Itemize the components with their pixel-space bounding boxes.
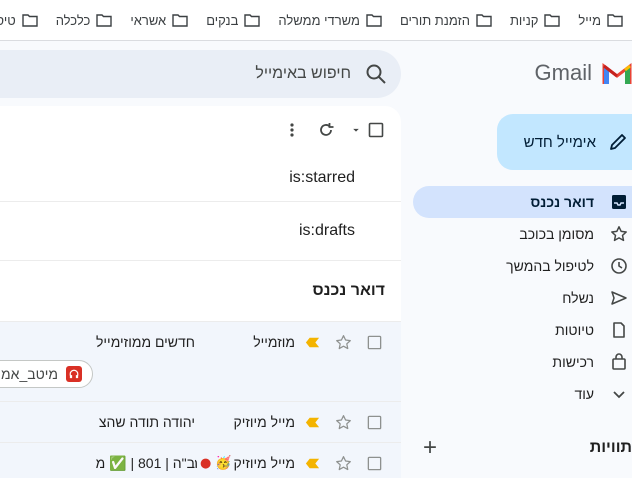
folder-icon (366, 14, 382, 27)
checkbox-icon (368, 122, 384, 138)
bookmark-flights[interactable]: טיסות (0, 13, 47, 28)
sidebar-item-sent[interactable]: נשלח (413, 282, 632, 314)
important-marker-icon[interactable] (304, 455, 321, 472)
email-subject: ב"ה | 801 | ✅ מ (95, 454, 195, 471)
gmail-logo[interactable]: Gmail (535, 60, 632, 86)
sidebar-item-snoozed[interactable]: לטיפול בהמשך (413, 250, 632, 282)
bookmark-shopping[interactable]: קניות (501, 13, 569, 28)
attachment-name: מיטב_אמ (1, 366, 58, 382)
email-row[interactable]: מוזמייל חדשים ממוזימייל מיטב_אמ (0, 321, 401, 401)
bookmark-credit[interactable]: אשראי (121, 13, 197, 28)
row-checkbox-icon[interactable] (366, 414, 383, 431)
important-marker-icon[interactable] (304, 414, 321, 431)
clock-icon (611, 258, 627, 274)
email-subject: חדשים ממוזימייל (96, 334, 195, 350)
folder-icon (96, 14, 113, 27)
select-menu-dropdown[interactable] (351, 121, 361, 139)
star-icon[interactable] (335, 455, 352, 472)
inbox-icon (612, 195, 626, 209)
main-panel: is:starred is:drafts דואר נכנס מוזמייל ח… (0, 106, 401, 478)
sidebar-item-more[interactable]: עוד (413, 378, 632, 410)
pencil-icon (610, 134, 626, 150)
email-sender: מייל מיוזיק 🥳 ● ח. (195, 455, 295, 471)
bookmark-government[interactable]: משרדי ממשלה (269, 13, 391, 28)
gmail-wordmark: Gmail (534, 60, 592, 85)
star-icon[interactable] (335, 414, 352, 431)
bookmark-mail[interactable]: מייל (569, 13, 632, 28)
saved-search-starred[interactable]: is:starred (0, 154, 401, 202)
chevron-down-icon (613, 391, 625, 399)
shopping-bag-icon (612, 353, 626, 370)
add-label-button[interactable]: + (423, 434, 437, 462)
bookmark-banks[interactable]: בנקים (197, 13, 269, 28)
email-sender: מייל מיוזיק (233, 414, 295, 430)
folder-icon (476, 14, 492, 27)
refresh-icon (320, 123, 334, 136)
email-sender: מוזמייל (253, 334, 295, 350)
inbox-section-title: דואר נכנס (312, 282, 385, 299)
sidebar-item-purchases[interactable]: רכישות (413, 346, 632, 378)
row-checkbox-icon[interactable] (366, 455, 383, 472)
headphones-icon (66, 366, 82, 382)
bookmark-economy[interactable]: כלכלה (47, 13, 122, 28)
search-bar (0, 50, 401, 98)
more-vertical-icon (290, 123, 294, 137)
gmail-m-icon (602, 62, 632, 84)
labels-section-header: תוויות + (413, 434, 632, 462)
sidebar-item-inbox[interactable]: דואר נכנס (413, 186, 632, 218)
email-row[interactable]: מייל מיוזיק יהודה תודה שהצ (0, 401, 401, 442)
sidebar-item-drafts[interactable]: טיוטות (413, 314, 632, 346)
more-options-button[interactable] (283, 121, 301, 139)
search-input[interactable] (51, 65, 351, 83)
bookmarks-bar: מייל קניות הזמנת תורים משרדי ממשלה בנקים… (0, 0, 632, 41)
caret-down-icon (353, 128, 359, 132)
draft-icon (613, 322, 625, 338)
folder-icon (544, 14, 561, 27)
select-all-checkbox[interactable] (367, 121, 385, 139)
sidebar-item-starred[interactable]: מסומן בכוכב (413, 218, 632, 250)
row-checkbox-icon[interactable] (366, 334, 383, 351)
search-icon[interactable] (365, 63, 387, 85)
attachment-chip[interactable]: מיטב_אמ (0, 360, 93, 388)
folder-icon (244, 14, 261, 27)
refresh-button[interactable] (317, 121, 335, 139)
folder-icon (607, 14, 623, 27)
bookmark-appointments[interactable]: הזמנת תורים (391, 13, 501, 28)
star-icon (611, 226, 627, 242)
saved-search-drafts[interactable]: is:drafts (0, 202, 401, 261)
folder-icon (22, 14, 38, 27)
sidebar-nav: דואר נכנס מסומן בכוכב לטיפול בהמשך נשלח … (413, 186, 632, 410)
folder-icon (172, 14, 188, 27)
compose-button[interactable]: אימייל חדש (497, 114, 632, 170)
balloon-emoji-icon: ● (199, 455, 212, 471)
compose-label: אימייל חדש (523, 133, 596, 151)
important-marker-icon[interactable] (304, 334, 321, 351)
star-icon[interactable] (335, 334, 352, 351)
email-row[interactable]: מייל מיוזיק 🥳 ● ח. ב"ה | 801 | ✅ מ (0, 442, 401, 478)
list-toolbar (0, 106, 401, 154)
party-emoji-icon: 🥳 (215, 455, 232, 471)
labels-title: תוויות (589, 439, 632, 456)
email-subject: יהודה תודה שהצ (98, 414, 195, 430)
send-icon (611, 291, 627, 305)
